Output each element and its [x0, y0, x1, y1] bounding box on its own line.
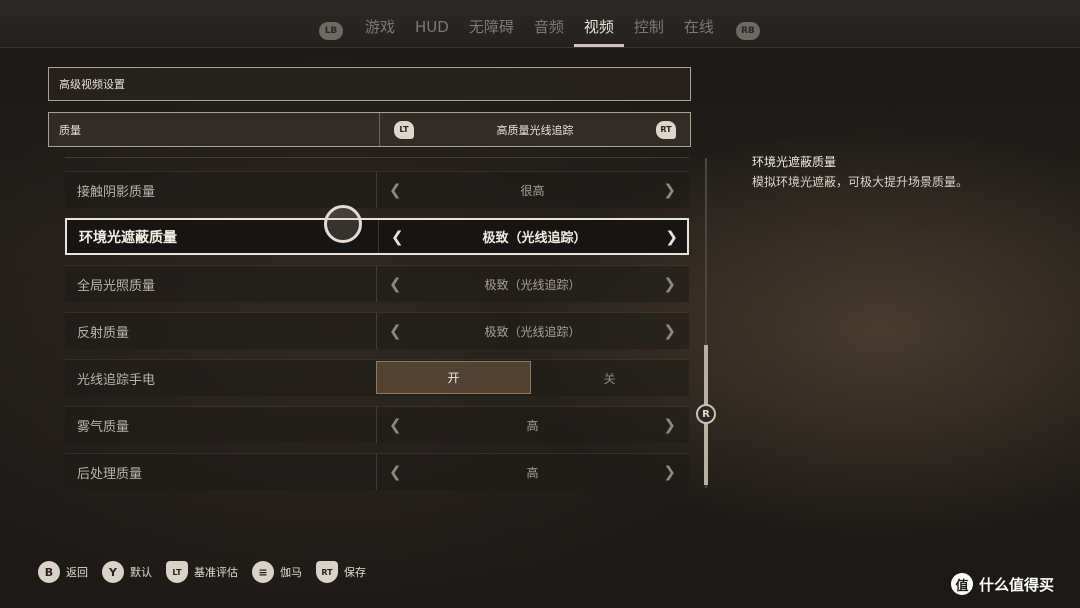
hint-label: 伽马 [280, 566, 302, 579]
setting-selector[interactable]: ❮ 高 ❯ [376, 454, 688, 490]
tab-list: LB 游戏 HUD 无障碍 音频 视频 控制 在线 RB [307, 14, 772, 47]
chevron-right-icon[interactable]: ❯ [663, 416, 676, 434]
setting-label: 雾气质量 [77, 419, 130, 435]
setting-label: 全局光照质量 [77, 278, 156, 294]
toggle-on-option[interactable]: 开 [376, 361, 531, 394]
setting-value: 高 [526, 418, 539, 433]
setting-value: 极致（光线追踪） [484, 324, 581, 339]
cursor-circle [324, 205, 362, 243]
setting-row-ambient-occlusion[interactable]: 环境光遮蔽质量 ❮ 极致（光线追踪） ❯ [65, 218, 689, 255]
watermark-label: 什么值得买 [979, 575, 1055, 594]
setting-row-global-illumination[interactable]: 全局光照质量 ❮ 极致（光线追踪） ❯ [65, 265, 689, 302]
hint-label: 默认 [130, 566, 152, 579]
tab-controls[interactable]: 控制 [624, 14, 674, 47]
panel-title: 高级视频设置 [48, 67, 691, 101]
tab-game[interactable]: 游戏 [355, 14, 405, 47]
setting-row-fog[interactable]: 雾气质量 ❮ 高 ❯ [65, 406, 689, 443]
setting-selector[interactable]: ❮ 极致（光线追踪） ❯ [376, 313, 688, 349]
quality-label: 质量 [59, 123, 81, 137]
chevron-right-icon[interactable]: ❯ [663, 463, 676, 481]
description-title: 环境光遮蔽质量 [752, 155, 837, 169]
setting-row-rt-flashlight[interactable]: 光线追踪手电 开 关 [65, 359, 689, 396]
chevron-left-icon[interactable]: ❮ [389, 416, 402, 434]
tab-accessibility[interactable]: 无障碍 [459, 14, 524, 47]
hint-default[interactable]: Y 默认 [102, 561, 152, 583]
setting-value: 极致（光线追踪） [482, 231, 587, 246]
setting-value: 高 [526, 465, 539, 480]
list-top-divider [65, 152, 689, 158]
tab-video[interactable]: 视频 [573, 14, 624, 47]
chevron-right-icon[interactable]: ❯ [665, 228, 678, 246]
rb-bumper-icon[interactable]: RB [735, 21, 760, 40]
hint-save[interactable]: RT 保存 [316, 561, 366, 583]
setting-label: 接触阴影质量 [77, 184, 156, 200]
quality-selector[interactable]: LT 高质量光线追踪 RT [379, 113, 690, 146]
quality-value: 高质量光线追踪 [496, 123, 574, 137]
r-stick-icon[interactable]: R [696, 404, 716, 424]
setting-row-reflections[interactable]: 反射质量 ❮ 极致（光线追踪） ❯ [65, 312, 689, 349]
setting-selector[interactable]: ❮ 极致（光线追踪） ❯ [378, 220, 690, 253]
hint-label: 基准评估 [194, 566, 238, 579]
chevron-left-icon[interactable]: ❮ [389, 181, 402, 199]
setting-selector[interactable]: ❮ 极致（光线追踪） ❯ [376, 266, 688, 302]
lb-bumper-icon[interactable]: LB [319, 21, 343, 40]
watermark-logo-icon: 值 [951, 573, 973, 595]
setting-selector[interactable]: ❮ 很高 ❯ [376, 172, 688, 208]
tab-audio[interactable]: 音频 [524, 14, 574, 47]
chevron-left-icon[interactable]: ❮ [389, 322, 402, 340]
chevron-left-icon[interactable]: ❮ [389, 275, 402, 293]
hint-gamma[interactable]: ≡ 伽马 [252, 561, 302, 583]
chevron-right-icon[interactable]: ❯ [663, 181, 676, 199]
setting-row-contact-shadow[interactable]: 接触阴影质量 ❮ 很高 ❯ [65, 171, 689, 208]
setting-value: 很高 [520, 183, 545, 198]
setting-label: 反射质量 [77, 325, 130, 341]
setting-label: 后处理质量 [77, 466, 143, 482]
chevron-right-icon[interactable]: ❯ [663, 322, 676, 340]
setting-label: 光线追踪手电 [77, 372, 156, 388]
rt-trigger-icon: RT [316, 561, 338, 583]
hint-label: 保存 [344, 566, 366, 579]
chevron-left-icon[interactable]: ❮ [389, 463, 402, 481]
menu-button-icon: ≡ [252, 561, 274, 583]
button-hints: B 返回 Y 默认 LT 基准评估 ≡ 伽马 RT 保存 [38, 561, 380, 583]
b-button-icon: B [38, 561, 60, 583]
chevron-right-icon[interactable]: ❯ [663, 275, 676, 293]
setting-row-post-processing[interactable]: 后处理质量 ❮ 高 ❯ [65, 453, 689, 490]
description-text: 模拟环境光遮蔽，可极大提升场景质量。 [752, 175, 969, 189]
setting-value: 极致（光线追踪） [484, 277, 581, 292]
tab-online[interactable]: 在线 [674, 14, 724, 47]
toggle-off-option[interactable]: 关 [531, 360, 688, 396]
lt-trigger-icon[interactable]: LT [394, 120, 414, 139]
top-tab-bar: LB 游戏 HUD 无障碍 音频 视频 控制 在线 RB [0, 0, 1080, 48]
y-button-icon: Y [102, 561, 124, 583]
quality-preset-row[interactable]: 质量 LT 高质量光线追踪 RT [48, 112, 691, 147]
tab-hud[interactable]: HUD [405, 16, 459, 46]
watermark: 值 什么值得买 [951, 573, 1054, 595]
rt-trigger-icon[interactable]: RT [656, 120, 676, 139]
hint-label: 返回 [66, 566, 88, 579]
hint-back[interactable]: B 返回 [38, 561, 88, 583]
hint-benchmark[interactable]: LT 基准评估 [166, 561, 238, 583]
lt-trigger-icon: LT [166, 561, 188, 583]
chevron-left-icon[interactable]: ❮ [391, 228, 404, 246]
setting-selector[interactable]: ❮ 高 ❯ [376, 407, 688, 443]
